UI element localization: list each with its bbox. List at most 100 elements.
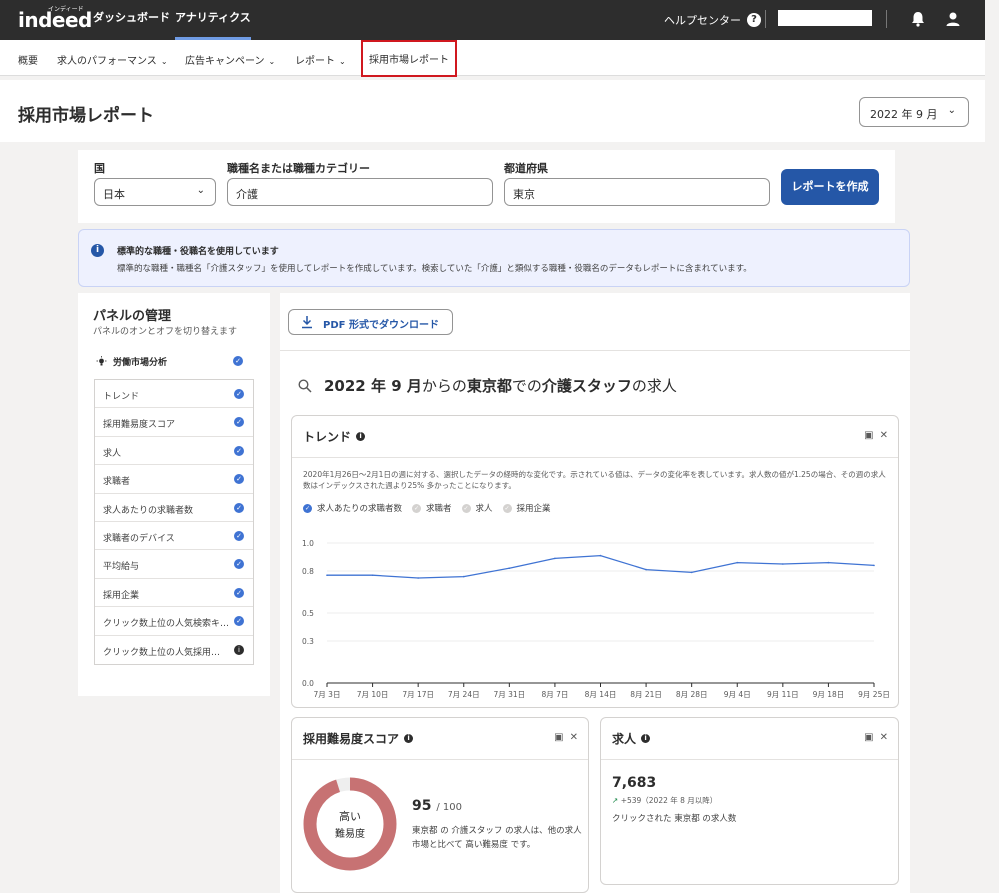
x-tick-label: 8月 21日 xyxy=(630,690,662,699)
camera-icon[interactable]: ▣ xyxy=(864,732,873,743)
download-icon xyxy=(302,316,312,329)
panel-item-difficulty[interactable]: 採用難易度スコア ✓ xyxy=(95,408,253,437)
camera-icon[interactable]: ▣ xyxy=(864,430,873,441)
card-tools: ▣ ✕ xyxy=(864,732,888,743)
subnav-market-report[interactable]: 採用市場レポート xyxy=(361,40,457,77)
gauge-label-2: 難易度 xyxy=(335,827,365,840)
jobs-count: 7,683 xyxy=(612,775,657,791)
divider xyxy=(601,759,898,760)
prefecture-value: 東京 xyxy=(513,188,535,201)
subnav-overview[interactable]: 概要 xyxy=(18,52,38,67)
panel-item-top-hiring[interactable]: クリック数上位の人気採用… i xyxy=(95,636,253,664)
check-icon[interactable]: ✓ xyxy=(234,417,244,428)
series-line xyxy=(327,554,875,579)
gauge-label-1: 高い xyxy=(339,809,361,823)
check-icon[interactable]: ✓ xyxy=(234,389,244,399)
check-icon[interactable]: ✓ xyxy=(234,474,244,485)
difficulty-score: 95 / 100 xyxy=(412,798,462,814)
chevron-down-icon: ⌄ xyxy=(196,185,205,196)
panel-item-seekers[interactable]: 求職者 ✓ xyxy=(95,465,253,494)
x-tick-label: 8月 7日 xyxy=(541,690,568,699)
subnav-job-performance[interactable]: 求人のパフォーマンス ⌄ xyxy=(57,52,168,67)
report-form: 国 日本 ⌄ 職種名または職種カテゴリー 介護 都道府県 東京 レポートを作成 xyxy=(78,150,895,223)
prefecture-input[interactable]: 東京 xyxy=(504,178,770,206)
subnav-ad-campaigns[interactable]: 広告キャンペーン ⌄ xyxy=(185,52,275,67)
data-point xyxy=(371,574,374,576)
check-icon[interactable]: ✓ xyxy=(234,616,244,627)
check-icon[interactable]: ✓ xyxy=(234,587,244,598)
x-tick-label: 9月 18日 xyxy=(813,690,845,699)
data-point xyxy=(782,563,784,565)
panel-item-employers[interactable]: 採用企業 ✓ xyxy=(95,579,253,608)
jobs-change: ↗ +539（2022 年 8 月以降） xyxy=(612,796,718,805)
month-select[interactable]: 2022 年 9 月 ⌄ xyxy=(859,97,969,127)
check-icon[interactable]: ✓ xyxy=(234,445,244,456)
info-icon[interactable]: i xyxy=(404,734,414,743)
lightbulb-icon xyxy=(96,356,107,366)
legend-item-seekers[interactable]: ✓ 求職者 xyxy=(412,502,452,514)
sub-navigation: 概要 求人のパフォーマンス ⌄ 広告キャンペーン ⌄ レポート ⌄ 採用市場レポート xyxy=(0,40,985,77)
download-pdf-label: PDF 形式でダウンロード xyxy=(323,320,439,331)
panel-item-seekers-per-job[interactable]: 求人あたりの求職者数 ✓ xyxy=(95,494,253,522)
check-icon: ✓ xyxy=(502,503,512,513)
panel-manager-subtitle: パネルのオンとオフを切り替えます xyxy=(93,327,238,337)
y-tick-label: 1.0 xyxy=(302,539,314,548)
panel-item-jobs[interactable]: 求人 ✓ xyxy=(95,437,253,466)
check-icon[interactable]: ✓ xyxy=(234,559,244,570)
country-select[interactable]: 日本 ⌄ xyxy=(94,178,216,206)
top-bar: indeed インディード ダッシュボード アナリティクス ヘルプセンター ? xyxy=(0,0,985,40)
data-point xyxy=(508,567,511,569)
job-label: 職種名または職種カテゴリー xyxy=(227,162,370,175)
user-icon[interactable] xyxy=(944,10,962,28)
difficulty-gauge: 高い 難易度 xyxy=(303,777,397,871)
check-icon: ✓ xyxy=(412,503,422,513)
close-icon[interactable]: ✕ xyxy=(880,430,888,441)
bell-icon[interactable] xyxy=(909,10,927,28)
data-point xyxy=(736,561,739,564)
close-icon[interactable]: ✕ xyxy=(570,732,578,743)
trend-title: トレンド i xyxy=(303,428,366,445)
data-point xyxy=(599,554,602,557)
panel-item-trend[interactable]: トレンド ✓ xyxy=(95,380,253,409)
search-icon xyxy=(298,378,312,393)
create-report-button[interactable]: レポートを作成 xyxy=(781,169,879,205)
info-icon[interactable]: i xyxy=(234,644,244,655)
help-center-link[interactable]: ヘルプセンター ? xyxy=(664,12,761,28)
page-title: 採用市場レポート xyxy=(18,106,154,126)
subnav-reports[interactable]: レポート ⌄ xyxy=(295,52,346,67)
check-icon[interactable]: ✓ xyxy=(234,530,244,541)
close-icon[interactable]: ✕ xyxy=(880,732,888,743)
x-tick-label: 7月 31日 xyxy=(493,690,525,699)
download-pdf-button[interactable]: PDF 形式でダウンロード xyxy=(288,309,453,335)
indeed-logo-subtext: インディード xyxy=(48,6,84,13)
nav-analytics[interactable]: アナリティクス xyxy=(175,0,251,40)
nav-dashboard[interactable]: ダッシュボード xyxy=(93,0,170,40)
x-tick-label: 9月 4日 xyxy=(724,690,751,699)
check-icon[interactable]: ✓ xyxy=(233,356,243,366)
job-input[interactable]: 介護 xyxy=(227,178,493,206)
info-icon[interactable]: i xyxy=(356,432,366,441)
check-icon: ✓ xyxy=(461,503,471,513)
x-tick-label: 7月 3日 xyxy=(314,690,341,699)
panel-item-top-search-keywords[interactable]: クリック数上位の人気検索キ… ✓ xyxy=(95,607,253,636)
divider xyxy=(292,759,588,760)
prefecture-label: 都道府県 xyxy=(504,162,548,175)
difficulty-card: 採用難易度スコア i ▣ ✕ 高い 難易度 95 / 100 東京都 の 介護ス… xyxy=(291,717,589,893)
page-header: 採用市場レポート 2022 年 9 月 ⌄ xyxy=(0,80,985,142)
panel-item-average-salary[interactable]: 平均給与 ✓ xyxy=(95,550,253,579)
legend-item-seekers-per-job[interactable]: ✓ 求人あたりの求職者数 xyxy=(303,502,402,514)
panel-item-seeker-devices[interactable]: 求職者のデバイス ✓ xyxy=(95,522,253,551)
trend-description: 2020年1月26日〜2月1日の週に対する、選択したデータの経時的な変化です。示… xyxy=(303,470,886,490)
difficulty-title: 採用難易度スコア i xyxy=(303,730,414,747)
data-point xyxy=(462,575,465,578)
jobs-title: 求人 i xyxy=(612,730,651,747)
legend-item-jobs[interactable]: ✓ 求人 xyxy=(461,502,493,514)
camera-icon[interactable]: ▣ xyxy=(554,732,563,743)
account-name-box[interactable] xyxy=(778,10,872,26)
legend-item-employers[interactable]: ✓ 採用企業 xyxy=(502,502,551,514)
panel-group-labor-market[interactable]: 労働市場分析 xyxy=(96,355,167,368)
info-icon[interactable]: i xyxy=(641,734,651,743)
panel-group-label: 労働市場分析 xyxy=(113,358,168,368)
check-icon[interactable]: ✓ xyxy=(234,502,244,513)
trend-up-icon: ↗ xyxy=(612,796,619,805)
